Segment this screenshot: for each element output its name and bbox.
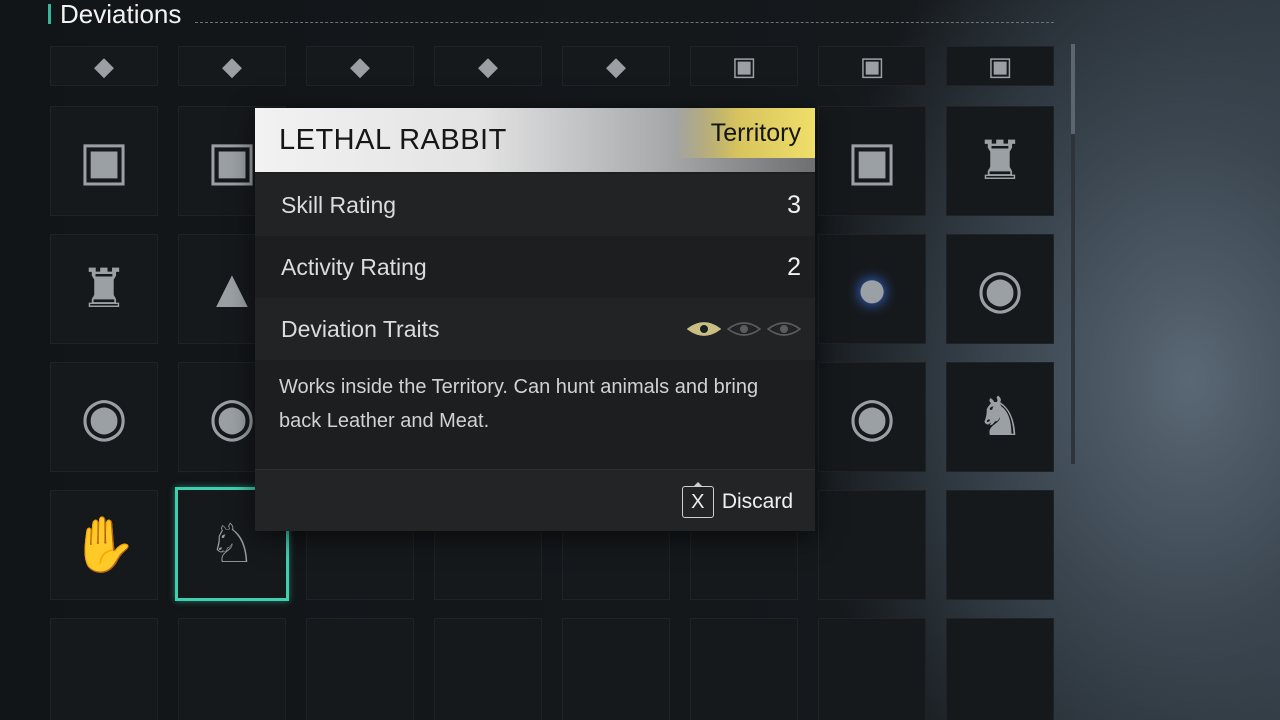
deviation-description: Works inside the Territory. Can hunt ani…: [279, 376, 759, 432]
grid-slot-empty[interactable]: [818, 618, 926, 720]
cargo-board-icon: ◆: [606, 51, 626, 81]
discard-button[interactable]: X Discard: [681, 486, 793, 518]
grid-slot[interactable]: ◉: [946, 234, 1054, 344]
grid-slot-empty[interactable]: [178, 618, 286, 720]
rabbit-icon: ♘: [207, 514, 257, 574]
grid-slot[interactable]: ▣: [690, 46, 798, 86]
grid-slot[interactable]: ♜: [50, 234, 158, 344]
grid-slot[interactable]: ▣: [818, 106, 926, 216]
x-key-icon: X: [681, 486, 714, 518]
red-mask-doll-icon: ◉: [848, 387, 896, 447]
golem-icon: ▣: [859, 51, 885, 81]
grid-slot-empty[interactable]: [562, 618, 670, 720]
cargo-board-icon: ◆: [222, 51, 242, 81]
golem-icon: ▣: [987, 51, 1013, 81]
cargo-board-icon: ◆: [478, 51, 498, 81]
scrollbar-thumb[interactable]: [1071, 44, 1075, 134]
grid-slot[interactable]: ◆: [178, 46, 286, 86]
deviation-traits-row: Deviation Traits: [255, 298, 815, 360]
mechanical-hand-icon: ✋: [70, 515, 138, 575]
activity-rating-row: Activity Rating 2: [255, 236, 815, 298]
activity-rating-value: 2: [787, 252, 801, 281]
grid-slot[interactable]: ◆: [562, 46, 670, 86]
category-tag-label: Territory: [710, 118, 801, 147]
activity-rating-label: Activity Rating: [281, 253, 427, 280]
deviation-detail-popup: LETHAL RABBIT Territory Skill Rating 3 A…: [255, 108, 815, 531]
grid-slot-empty[interactable]: [818, 490, 926, 600]
grid-slot[interactable]: ▣: [818, 46, 926, 86]
red-mask-doll-icon: ◉: [976, 259, 1024, 319]
grid-slot-empty[interactable]: [306, 618, 414, 720]
skill-rating-label: Skill Rating: [281, 191, 397, 218]
golem-icon: ▣: [206, 131, 258, 191]
discard-label: Discard: [721, 490, 793, 513]
trait-eye-icon-inactive: [766, 321, 802, 337]
golem-icon: ▣: [78, 131, 130, 191]
grid-slot[interactable]: ◉: [818, 362, 926, 472]
cargo-board-icon: ◆: [94, 51, 114, 81]
striped-cat-icon: ♞: [975, 387, 1025, 447]
trait-eye-icon-active: [686, 321, 722, 337]
grid-slot-empty[interactable]: [434, 618, 542, 720]
grid-slot[interactable]: ◆: [306, 46, 414, 86]
samurai-armor-icon: ♜: [975, 131, 1025, 191]
grid-slot[interactable]: ◉: [50, 362, 158, 472]
grid-slot[interactable]: ◆: [434, 46, 542, 86]
deviation-traits-label: Deviation Traits: [281, 315, 440, 342]
grid-slot[interactable]: ♞: [946, 362, 1054, 472]
grid-slot[interactable]: ◆: [50, 46, 158, 86]
red-mask-doll-icon: ◉: [80, 387, 128, 447]
grid-slot-empty[interactable]: [946, 618, 1054, 720]
golem-icon: ▣: [846, 131, 898, 191]
cargo-board-icon: ◆: [350, 51, 370, 81]
red-mask-doll-icon: ◉: [208, 387, 256, 447]
popup-footer: X Discard: [255, 469, 815, 531]
grid-slot-empty[interactable]: [50, 618, 158, 720]
category-tag: Territory: [675, 108, 815, 158]
grid-slot-empty[interactable]: [946, 490, 1054, 600]
raincoat-child-icon: ▲: [205, 259, 259, 319]
grid-slot[interactable]: ✋: [50, 490, 158, 600]
golem-icon: ▣: [731, 51, 757, 81]
skill-rating-row: Skill Rating 3: [255, 174, 815, 236]
grid-slot[interactable]: ▣: [946, 46, 1054, 86]
skill-rating-value: 3: [787, 190, 801, 219]
grid-slot-empty[interactable]: [690, 618, 798, 720]
trait-eye-icon-inactive: [726, 321, 762, 337]
grid-slot[interactable]: ♜: [946, 106, 1054, 216]
popup-header: LETHAL RABBIT Territory: [255, 108, 815, 172]
grid-slot[interactable]: ▣: [50, 106, 158, 216]
energy-orb-icon: ●: [855, 259, 889, 319]
deviation-name: LETHAL RABBIT: [279, 124, 507, 156]
traits-indicator: [686, 321, 802, 337]
samurai-armor-icon: ♜: [79, 259, 129, 319]
grid-slot[interactable]: ●: [818, 234, 926, 344]
